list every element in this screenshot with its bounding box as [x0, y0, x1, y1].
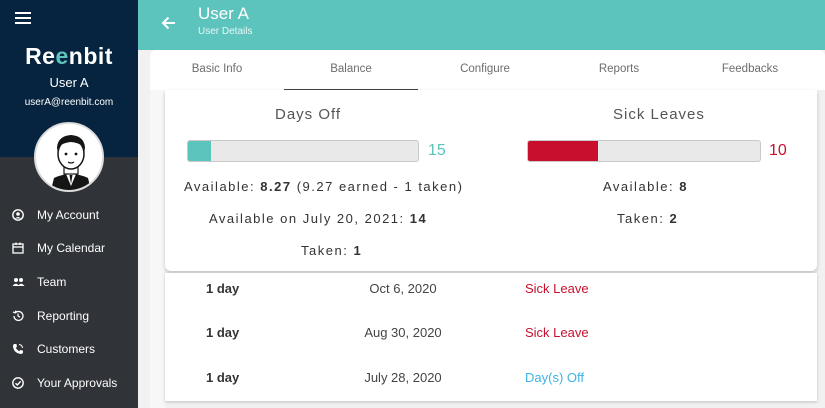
- days-off-available: Available: 8.27 (9.27 earned - 1 taken): [184, 179, 464, 194]
- days-off-count: 15: [428, 142, 446, 159]
- sidebar-item-my-account[interactable]: My Account: [0, 198, 138, 232]
- entry-type: Sick Leave: [525, 325, 589, 340]
- sidebar-item-my-calendar[interactable]: My Calendar: [0, 232, 138, 266]
- tab-configure[interactable]: Configure: [418, 50, 552, 90]
- sidebar-item-reporting[interactable]: Reporting: [0, 299, 138, 333]
- sidebar-item-label: My Account: [37, 207, 100, 222]
- phone-icon: [11, 342, 25, 356]
- history-icon: [11, 309, 25, 323]
- sidebar-nav: My Account My Calendar Team Reporting Cu…: [0, 198, 138, 400]
- back-arrow-icon[interactable]: [160, 14, 178, 32]
- list-item[interactable]: 1 day Aug 30, 2020 Sick Leave: [165, 325, 817, 345]
- leave-entries-list: 1 day Oct 6, 2020 Sick Leave 1 day Aug 3…: [165, 273, 817, 401]
- page-title: User A: [198, 4, 250, 23]
- tab-feedbacks[interactable]: Feedbacks: [686, 50, 814, 90]
- tab-balance[interactable]: Balance: [284, 50, 418, 90]
- app-logo: Reenbit: [25, 43, 113, 69]
- sidebar: Reenbit User A userA@reenbit.com My Acco…: [0, 0, 138, 408]
- days-off-available-on: Available on July 20, 2021: 14: [209, 211, 428, 226]
- sick-leaves-count: 10: [769, 142, 787, 159]
- entry-duration: 1 day: [206, 325, 240, 340]
- sidebar-item-team[interactable]: Team: [0, 265, 138, 299]
- sidebar-item-label: My Calendar: [37, 241, 106, 256]
- sick-leaves-progress-bar: [527, 140, 761, 162]
- sidebar-item-your-approvals[interactable]: Your Approvals: [0, 366, 138, 400]
- entry-duration: 1 day: [206, 281, 240, 296]
- days-off-taken: Taken: 1: [301, 243, 363, 258]
- tab-reports[interactable]: Reports: [552, 50, 686, 90]
- sidebar-item-label: Customers: [37, 342, 96, 357]
- entry-date: Oct 6, 2020: [369, 281, 437, 296]
- header-bar: User A User Details: [138, 0, 825, 50]
- sidebar-user-name: User A: [49, 75, 89, 90]
- sick-leaves-progress-fill: [528, 141, 598, 161]
- sidebar-item-customers[interactable]: Customers: [0, 332, 138, 366]
- tab-basic-info[interactable]: Basic Info: [150, 50, 284, 90]
- avatar: [34, 122, 104, 192]
- menu-icon[interactable]: [15, 12, 31, 26]
- list-item[interactable]: 1 day Oct 6, 2020 Sick Leave: [165, 281, 817, 301]
- sick-leaves-title: Sick Leaves: [613, 106, 705, 123]
- days-off-title: Days Off: [275, 106, 342, 123]
- entry-type: Day(s) Off: [525, 370, 584, 385]
- sick-leaves-taken: Taken: 2: [617, 211, 679, 226]
- entry-type: Sick Leave: [525, 281, 589, 296]
- tab-bar: Basic Info Balance Configure Reports Fee…: [150, 50, 825, 90]
- check-circle-icon: [11, 376, 25, 390]
- team-icon: [11, 275, 25, 289]
- balance-card: Days Off 15 Available: 8.27 (9.27 earned…: [165, 90, 817, 271]
- entry-date: Aug 30, 2020: [364, 325, 442, 340]
- entry-date: July 28, 2020: [364, 370, 442, 385]
- sidebar-user-email: userA@reenbit.com: [24, 97, 114, 108]
- account-icon: [11, 208, 25, 222]
- list-item[interactable]: 1 day July 28, 2020 Day(s) Off: [165, 370, 817, 390]
- days-off-progress-bar: [187, 140, 419, 162]
- sidebar-item-label: Team: [37, 274, 67, 289]
- sidebar-item-label: Your Approvals: [37, 375, 118, 390]
- entry-duration: 1 day: [206, 370, 240, 385]
- user-avatar-icon: [36, 124, 102, 190]
- days-off-progress-fill: [188, 141, 211, 161]
- sidebar-item-label: Reporting: [37, 308, 90, 323]
- calendar-icon: [11, 241, 25, 255]
- sick-leaves-available: Available: 8: [603, 179, 688, 194]
- content-gutter: [150, 90, 165, 408]
- page-subtitle: User Details: [198, 26, 253, 37]
